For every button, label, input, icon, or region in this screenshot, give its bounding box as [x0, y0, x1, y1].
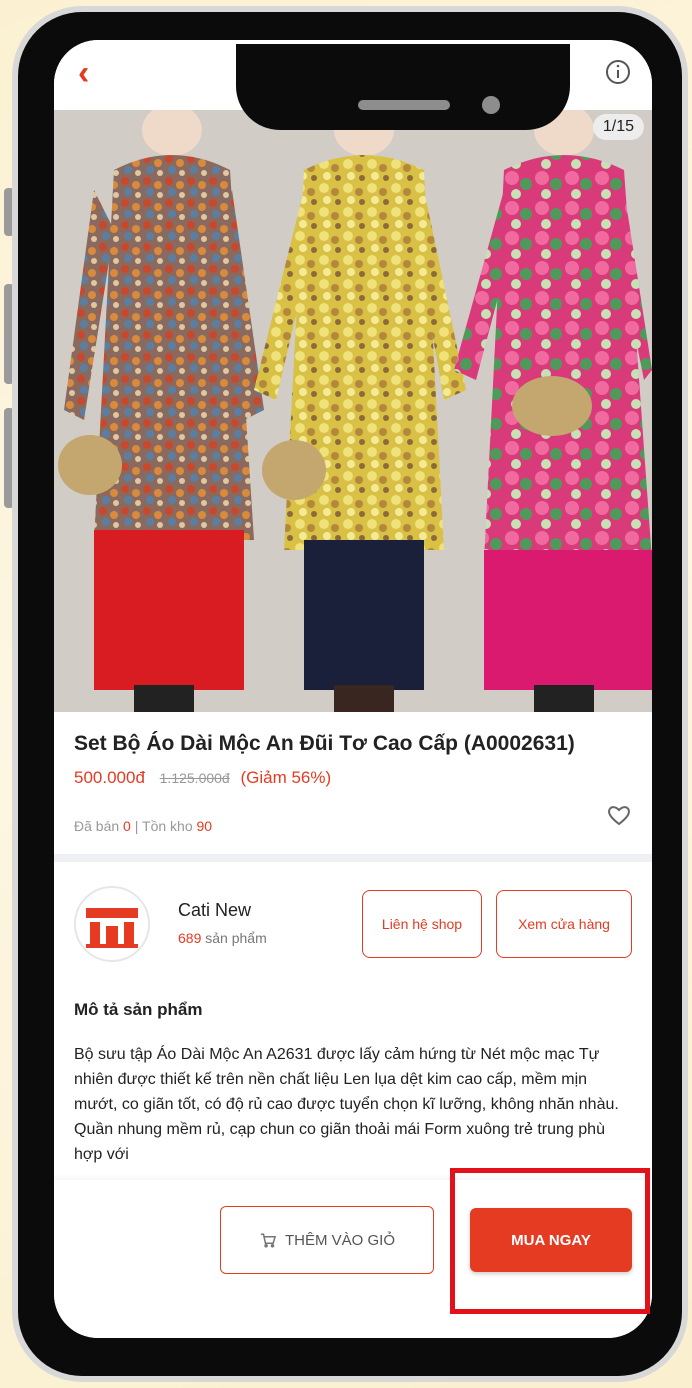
add-to-cart-button[interactable]: THÊM VÀO GIỎ — [220, 1206, 434, 1274]
front-camera — [482, 96, 500, 114]
section-divider — [54, 854, 652, 862]
stock-value: 90 — [196, 818, 213, 834]
info-circle-icon[interactable] — [604, 58, 632, 86]
bottom-action-bar: THÊM VÀO GIỎ MUA NGAY — [54, 1180, 652, 1338]
view-store-button[interactable]: Xem cửa hàng — [496, 890, 632, 958]
shop-count-value: 689 — [178, 930, 202, 946]
product-image[interactable] — [54, 110, 652, 712]
stats-separator: | — [134, 818, 139, 834]
price-row: 500.000đ 1.125.000đ (Giảm 56%) — [74, 768, 331, 788]
product-info: Set Bộ Áo Dài Mộc An Đũi Tơ Cao Cấp (A00… — [54, 712, 652, 854]
cart-small-icon — [260, 1233, 277, 1248]
phone-notch — [236, 44, 570, 130]
shop-info: Cati New 689 sản phẩm Liên hệ shop Xem c… — [54, 862, 652, 972]
speaker-grille — [358, 100, 450, 110]
phone-screen: ‹ 1/15 Set Bộ Áo Dài Mộc An Đũi Tơ Cao C… — [54, 40, 652, 1338]
shop-name: Cati New — [178, 900, 252, 920]
shop-count-label: sản phẩm — [205, 930, 267, 946]
image-counter: 1/15 — [592, 114, 644, 140]
shop-avatar[interactable] — [74, 886, 150, 962]
shop-logo-icon — [86, 908, 138, 948]
sold-label: Đã bán — [74, 818, 120, 834]
product-title: Set Bộ Áo Dài Mộc An Đũi Tơ Cao Cấp (A00… — [74, 732, 575, 755]
discount-label: (Giảm 56%) — [240, 768, 332, 787]
product-photo — [54, 110, 652, 712]
stock-label: Tồn kho — [142, 818, 193, 834]
price-current: 500.000đ — [74, 768, 145, 787]
heart-icon[interactable] — [606, 802, 632, 828]
price-old: 1.125.000đ — [159, 770, 230, 786]
add-to-cart-label: THÊM VÀO GIỎ — [284, 1231, 395, 1249]
chevron-left-icon[interactable]: ‹ — [78, 56, 89, 90]
contact-shop-button[interactable]: Liên hệ shop — [362, 890, 482, 958]
sales-stats: Đã bán 0 | Tồn kho 90 — [74, 818, 212, 834]
buy-now-button[interactable]: MUA NGAY — [470, 1208, 632, 1272]
description-text: Bộ sưu tập Áo Dài Mộc An A2631 được lấy … — [74, 1046, 619, 1163]
description-section: Mô tả sản phẩm Bộ sưu tập Áo Dài Mộc An … — [54, 972, 652, 1202]
description-title: Mô tả sản phẩm — [74, 1000, 203, 1019]
sold-value: 0 — [123, 818, 131, 834]
shop-product-count: 689 sản phẩm — [178, 930, 267, 946]
